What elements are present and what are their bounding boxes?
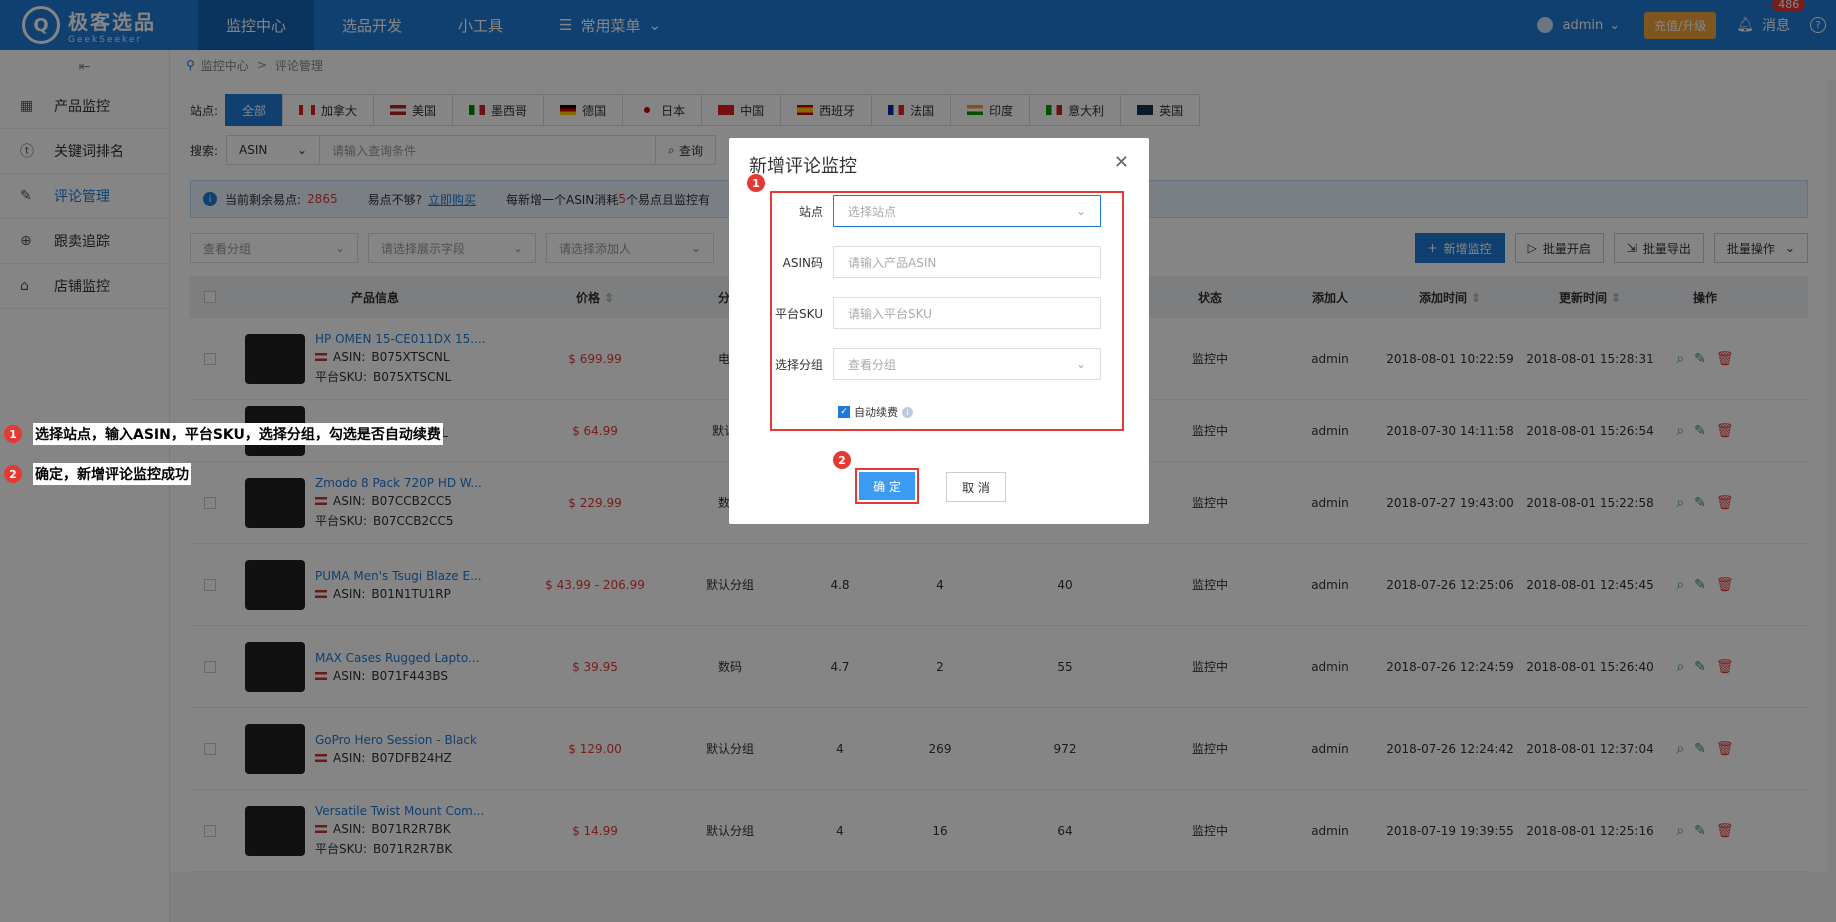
site-select-placeholder: 选择站点 bbox=[848, 204, 897, 219]
asin-input[interactable]: 请输入产品ASIN bbox=[833, 246, 1101, 278]
annotation-number: 2 bbox=[4, 465, 22, 483]
group-select[interactable]: 查看分组 ⌄ bbox=[833, 348, 1101, 380]
asin-input-placeholder: 请输入产品ASIN bbox=[848, 255, 937, 270]
page: Q 极客选品 GeekSeeker 监控中心 选品开发 小工具 ☰ 常用菜单 ⌄… bbox=[0, 0, 1836, 922]
sku-field-label: 平台SKU bbox=[775, 306, 823, 321]
form-row-auto-renew: ✓ 自动续费 i bbox=[749, 404, 1129, 420]
step-2-marker: 2 bbox=[833, 451, 851, 469]
site-select[interactable]: 选择站点 ⌄ bbox=[833, 195, 1101, 227]
annotation-text: 确定，新增评论监控成功 bbox=[33, 463, 191, 485]
annotation-2: 2 确定，新增评论监控成功 bbox=[0, 463, 191, 485]
annotation-text: 选择站点，输入ASIN，平台SKU，选择分组，勾选是否自动续费 bbox=[33, 423, 443, 445]
confirm-button[interactable]: 确 定 bbox=[859, 472, 915, 500]
group-field-label: 选择分组 bbox=[774, 357, 823, 372]
cancel-button[interactable]: 取 消 bbox=[946, 472, 1006, 502]
chevron-down-icon: ⌄ bbox=[1075, 357, 1086, 371]
close-icon[interactable]: ✕ bbox=[1114, 152, 1129, 173]
info-icon[interactable]: i bbox=[902, 406, 913, 418]
form-row-asin: ASIN码 请输入产品ASIN bbox=[749, 246, 1129, 278]
sku-input[interactable]: 请输入平台SKU bbox=[833, 297, 1101, 329]
step-1-marker: 1 bbox=[747, 174, 765, 192]
auto-renew-label: 自动续费 bbox=[854, 406, 898, 419]
group-select-placeholder: 查看分组 bbox=[848, 357, 897, 372]
site-field-label: 站点 bbox=[798, 204, 823, 219]
annotation-1: 1 选择站点，输入ASIN，平台SKU，选择分组，勾选是否自动续费 bbox=[0, 423, 443, 445]
form-row-group: 选择分组 查看分组 ⌄ bbox=[749, 348, 1129, 380]
auto-renew-checkbox[interactable]: ✓ bbox=[838, 406, 850, 418]
form-row-sku: 平台SKU 请输入平台SKU bbox=[749, 297, 1129, 329]
asin-field-label: ASIN码 bbox=[782, 255, 823, 270]
chevron-down-icon: ⌄ bbox=[1075, 204, 1086, 218]
dialog-title: 新增评论监控 bbox=[749, 156, 857, 177]
add-review-monitor-dialog: 新增评论监控 ✕ 1 站点 选择站点 ⌄ ASIN码 请输入产品ASIN 平台SK… bbox=[729, 138, 1149, 524]
annotation-number: 1 bbox=[4, 425, 22, 443]
form-row-site: 站点 选择站点 ⌄ bbox=[749, 195, 1129, 227]
sku-input-placeholder: 请输入平台SKU bbox=[848, 306, 932, 321]
